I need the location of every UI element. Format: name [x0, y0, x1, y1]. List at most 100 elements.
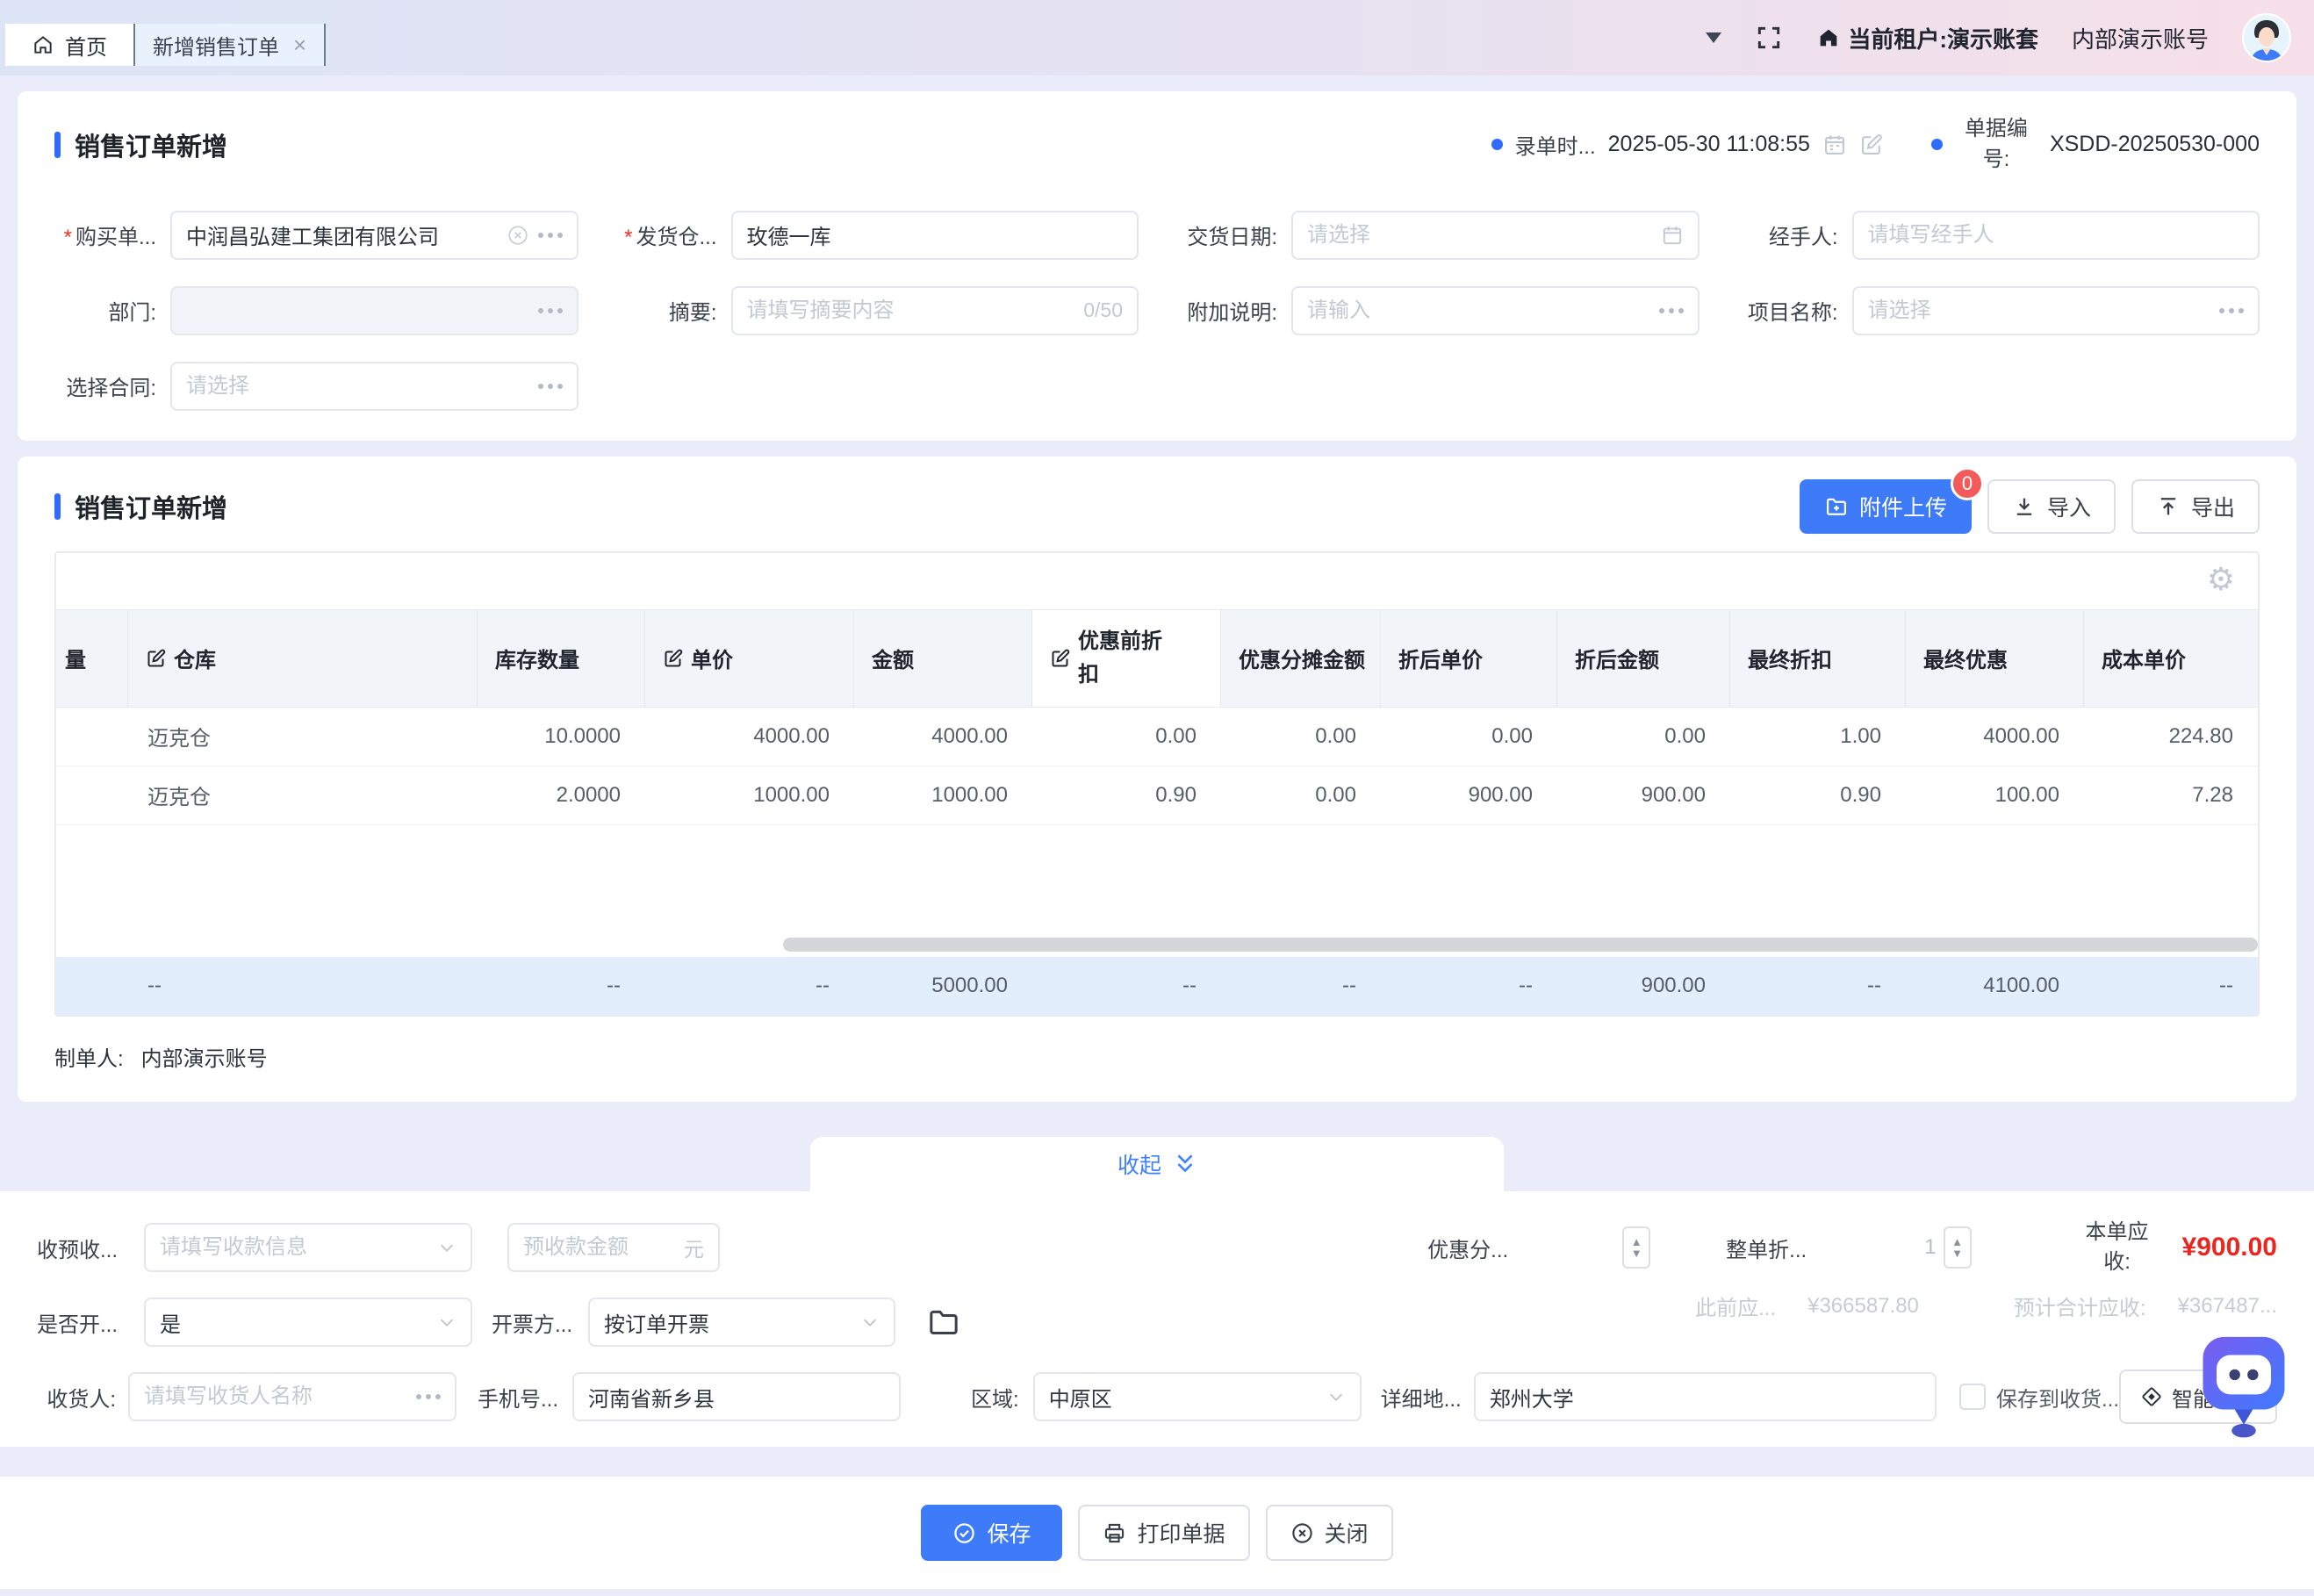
record-time-dot [1491, 139, 1503, 150]
amount-unit: 元 [684, 1233, 704, 1262]
note-input-control[interactable] [1307, 298, 1650, 323]
discount-share-stepper[interactable]: ▲▼ [1622, 1226, 1650, 1269]
handler-field: 经手人: [1736, 211, 2260, 260]
save-to-consignee-checkbox[interactable] [1959, 1384, 1986, 1410]
more-options-icon[interactable] [538, 384, 563, 389]
col-discount-share[interactable]: 优惠分摊金额 [1221, 610, 1381, 707]
column-settings-gear-icon[interactable]: ⚙ [2207, 564, 2235, 595]
chevron-down-icon [860, 1312, 880, 1332]
print-button[interactable]: 打印单据 [1078, 1505, 1249, 1561]
consignee-input[interactable] [128, 1372, 456, 1421]
col-final-benefit[interactable]: 最终优惠 [1906, 610, 2084, 707]
col-warehouse[interactable]: 仓库 [128, 610, 478, 707]
department-input[interactable] [170, 286, 578, 335]
delivery-date-input[interactable] [1291, 211, 1700, 260]
address-input-control[interactable] [1490, 1384, 1921, 1409]
doc-no-dot [1931, 139, 1943, 150]
edit-icon [1050, 648, 1071, 669]
col-amount[interactable]: 金额 [854, 610, 1032, 707]
col-stock-qty[interactable]: 库存数量 [478, 610, 645, 707]
edit-time-icon[interactable] [1859, 133, 1884, 157]
more-options-icon[interactable] [538, 308, 563, 313]
warehouse-input-control[interactable] [747, 223, 1124, 248]
tab-close-icon[interactable]: × [293, 33, 306, 56]
printer-icon [1103, 1521, 1126, 1545]
address-input[interactable] [1474, 1372, 1937, 1421]
col-quantity-partial[interactable]: 量 [56, 610, 128, 707]
account-name[interactable]: 内部演示账号 [2072, 22, 2209, 54]
col-cost-price[interactable]: 成本单价 [2084, 610, 2258, 707]
maker-value: 内部演示账号 [141, 1041, 268, 1072]
assistant-robot-button[interactable] [2198, 1331, 2289, 1440]
table-row[interactable]: 迈克仓 10.0000 4000.00 4000.00 0.00 0.00 0.… [56, 708, 2258, 766]
consignee-input-control[interactable] [144, 1384, 407, 1409]
invoice-method-select[interactable] [588, 1298, 895, 1347]
delivery-date-control[interactable] [1307, 223, 1652, 248]
col-final-discount[interactable]: 最终折扣 [1730, 610, 1906, 707]
advance-amount-input[interactable]: 元 [507, 1223, 720, 1272]
phone-input[interactable] [572, 1372, 901, 1421]
warehouse-label: 发货仓... [615, 219, 731, 250]
folder-icon[interactable] [925, 1305, 962, 1340]
invoice-method-control[interactable] [604, 1310, 852, 1334]
import-button[interactable]: 导入 [1987, 479, 2116, 534]
tab-home[interactable]: 首页 [5, 24, 133, 66]
tab-new-sales-order[interactable]: 新增销售订单 × [133, 24, 326, 66]
contract-input-control[interactable] [186, 374, 529, 399]
doc-no-value: XSDD-20250530-000 [2050, 132, 2260, 157]
export-button[interactable]: 导出 [2131, 479, 2260, 534]
handler-label: 经手人: [1736, 219, 1852, 250]
table-row[interactable]: 迈克仓 2.0000 1000.00 1000.00 0.90 0.00 900… [56, 766, 2258, 825]
note-input[interactable] [1291, 286, 1700, 335]
summary-input-control[interactable] [747, 298, 1075, 323]
col-discounted-price[interactable]: 折后单价 [1381, 610, 1557, 707]
calendar-icon[interactable] [1822, 133, 1847, 157]
more-options-icon[interactable] [416, 1394, 441, 1399]
advance-select[interactable] [144, 1223, 472, 1272]
handler-input-control[interactable] [1868, 223, 2245, 248]
tenant-switcher[interactable]: 当前租户:演示账套 [1816, 22, 2038, 54]
advance-select-control[interactable] [160, 1235, 428, 1260]
project-input-control[interactable] [1868, 298, 2211, 323]
handler-input[interactable] [1852, 211, 2260, 260]
horizontal-scrollbar[interactable] [783, 938, 2258, 952]
order-lines-card: 销售订单新增 附件上传 0 导入 导出 [18, 457, 2296, 1102]
invoice-select-control[interactable] [160, 1310, 428, 1334]
invoice-select[interactable] [144, 1298, 472, 1347]
calendar-icon[interactable] [1661, 224, 1684, 247]
avatar[interactable] [2242, 13, 2291, 62]
more-options-icon[interactable] [2219, 308, 2244, 313]
more-options-icon[interactable] [538, 233, 563, 238]
col-pre-discount[interactable]: 优惠前折扣 [1032, 610, 1221, 707]
chevron-down-icon [437, 1312, 456, 1332]
collapse-caret-icon[interactable] [1706, 32, 1721, 43]
save-button[interactable]: 保存 [921, 1505, 1062, 1561]
tab-order-label: 新增销售订单 [153, 30, 279, 61]
import-icon [2012, 494, 2037, 519]
advance-amount-control[interactable] [523, 1235, 675, 1260]
previous-due-value: ¥366587.80 [1807, 1294, 1919, 1319]
export-icon [2156, 494, 2181, 519]
col-discounted-amount[interactable]: 折后金额 [1557, 610, 1730, 707]
more-options-icon[interactable] [1659, 308, 1684, 313]
buyer-input[interactable] [170, 211, 578, 260]
phone-input-control[interactable] [588, 1384, 885, 1409]
region-select[interactable] [1033, 1372, 1362, 1421]
buyer-input-control[interactable] [186, 223, 498, 248]
warehouse-input[interactable] [731, 211, 1139, 260]
balance-summary: 此前应... ¥366587.80 预计合计应收: ¥367487... [1695, 1290, 2277, 1321]
detail-section-title: 销售订单新增 [54, 488, 227, 525]
summary-input[interactable]: 0/50 [731, 286, 1139, 335]
project-input[interactable] [1852, 286, 2260, 335]
fullscreen-icon[interactable] [1755, 24, 1783, 52]
collapse-toggle[interactable]: 收起 [810, 1137, 1504, 1191]
clear-icon[interactable] [507, 224, 529, 247]
whole-discount-stepper[interactable]: ▲▼ [1944, 1226, 1972, 1269]
close-button[interactable]: 关闭 [1266, 1505, 1393, 1561]
col-unit-price[interactable]: 单价 [645, 610, 854, 707]
contract-field: 选择合同: [54, 362, 578, 411]
project-label: 项目名称: [1736, 295, 1852, 326]
attachment-upload-button[interactable]: 附件上传 0 [1800, 479, 1972, 534]
contract-input[interactable] [170, 362, 578, 411]
region-select-control[interactable] [1049, 1384, 1318, 1409]
